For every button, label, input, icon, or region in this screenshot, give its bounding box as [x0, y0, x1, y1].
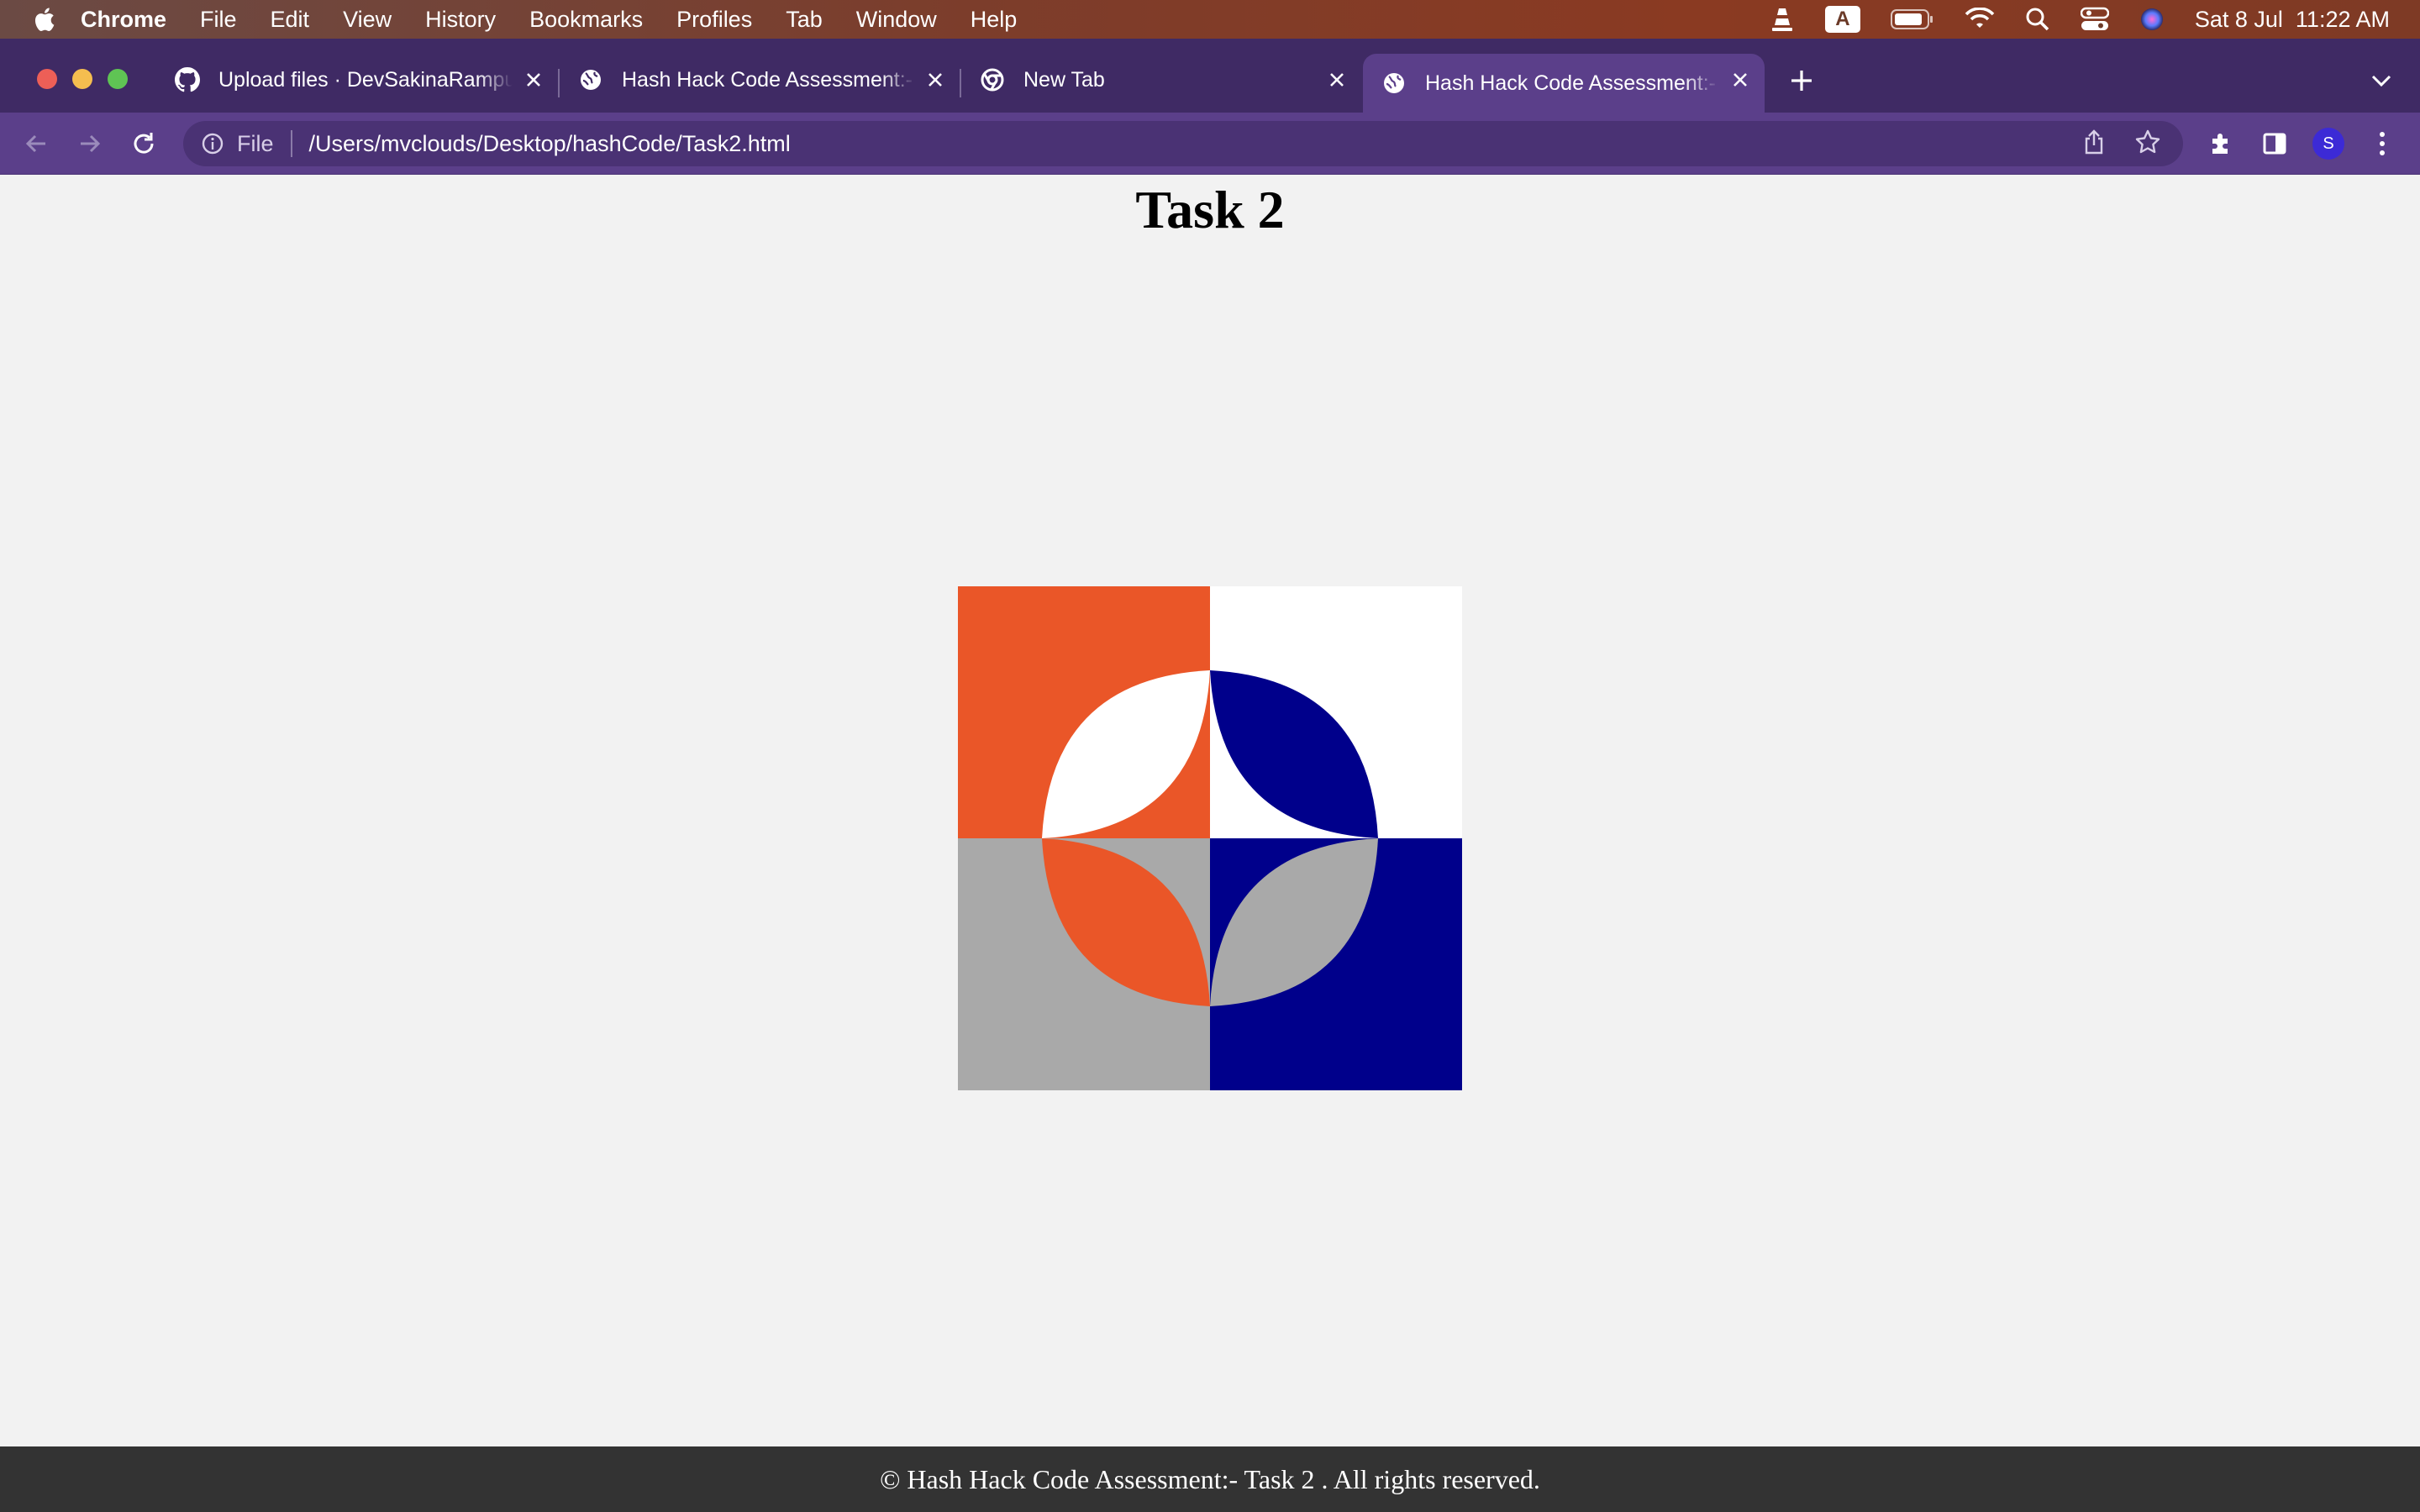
menu-view[interactable]: View [343, 7, 392, 33]
tab-title: Hash Hack Code Assessment:- [1425, 71, 1716, 95]
menu-bar: Chrome File Edit View History Bookmarks … [0, 0, 2420, 39]
globe-icon [578, 67, 603, 92]
menu-history[interactable]: History [425, 7, 496, 33]
app-menu-chrome[interactable]: Chrome [81, 7, 166, 33]
window-controls [37, 69, 128, 89]
chrome-icon [980, 67, 1005, 92]
tab-hash-hack-active[interactable]: Hash Hack Code Assessment:- [1363, 54, 1765, 113]
siri-icon[interactable] [2139, 0, 2165, 39]
menu-bookmarks[interactable]: Bookmarks [529, 7, 643, 33]
close-window-button[interactable] [37, 69, 57, 89]
address-bar[interactable]: File /Users/mvclouds/Desktop/hashCode/Ta… [183, 121, 2183, 166]
menu-tab[interactable]: Tab [786, 7, 823, 33]
geometric-artwork [958, 586, 1462, 1090]
tab-title: New Tab [1023, 67, 1105, 92]
menu-edit[interactable]: Edit [271, 7, 310, 33]
profile-avatar[interactable]: S [2312, 128, 2344, 160]
menubar-clock[interactable]: Sat 8 Jul 11:22 AM [2195, 0, 2390, 39]
chrome-menu-kebab-icon[interactable] [2366, 128, 2398, 160]
control-center-icon[interactable] [2080, 0, 2109, 39]
page-footer: © Hash Hack Code Assessment:- Task 2 . A… [0, 1446, 2420, 1512]
web-page: Task 2 [0, 175, 2420, 1512]
tab-title: Hash Hack Code Assessment:- [622, 67, 913, 92]
browser-toolbar: File /Users/mvclouds/Desktop/hashCode/Ta… [0, 113, 2420, 175]
menu-help[interactable]: Help [971, 7, 1018, 33]
omnibox-divider [290, 130, 292, 157]
tab-strip: Upload files · DevSakinaRampu Hash Hack … [0, 39, 2420, 113]
reload-button[interactable] [128, 128, 160, 160]
menu-window[interactable]: Window [856, 7, 937, 33]
bookmark-star-icon[interactable] [2134, 129, 2161, 160]
close-tab-icon[interactable] [521, 67, 546, 92]
tab-upload-files[interactable]: Upload files · DevSakinaRampu [156, 54, 558, 106]
url-scheme-label: File [237, 130, 274, 156]
site-info-icon[interactable] [200, 131, 225, 156]
tab-hash-hack-1[interactable]: Hash Hack Code Assessment:- [560, 54, 960, 106]
input-source-label: A [1824, 6, 1860, 33]
spotlight-search-icon[interactable] [2025, 0, 2050, 39]
close-tab-icon[interactable] [923, 67, 948, 92]
wifi-icon[interactable] [1965, 0, 1995, 39]
tab-search-chevron-icon[interactable] [2368, 67, 2395, 94]
minimize-window-button[interactable] [72, 69, 92, 89]
menu-profiles[interactable]: Profiles [676, 7, 752, 33]
apple-icon[interactable] [32, 6, 55, 33]
globe-icon [1381, 71, 1407, 96]
back-button[interactable] [20, 128, 52, 160]
close-tab-icon[interactable] [1728, 67, 1753, 92]
side-panel-icon[interactable] [2259, 128, 2291, 160]
close-tab-icon[interactable] [1324, 67, 1349, 92]
tab-title: Upload files · DevSakinaRampu [218, 67, 513, 92]
vlc-icon[interactable] [1770, 0, 1795, 39]
page-title: Task 2 [1135, 180, 1285, 239]
zoom-window-button[interactable] [108, 69, 128, 89]
tab-new-tab[interactable]: New Tab [961, 54, 1361, 106]
forward-button[interactable] [74, 128, 106, 160]
share-icon[interactable] [2082, 129, 2106, 160]
battery-icon[interactable] [1890, 0, 1934, 39]
url-text[interactable]: /Users/mvclouds/Desktop/hashCode/Task2.h… [309, 131, 791, 157]
input-source-icon[interactable]: A [1824, 0, 1860, 39]
github-icon [175, 67, 200, 92]
extensions-puzzle-icon[interactable] [2205, 128, 2237, 160]
new-tab-button[interactable] [1783, 62, 1820, 99]
menu-file[interactable]: File [200, 7, 237, 33]
